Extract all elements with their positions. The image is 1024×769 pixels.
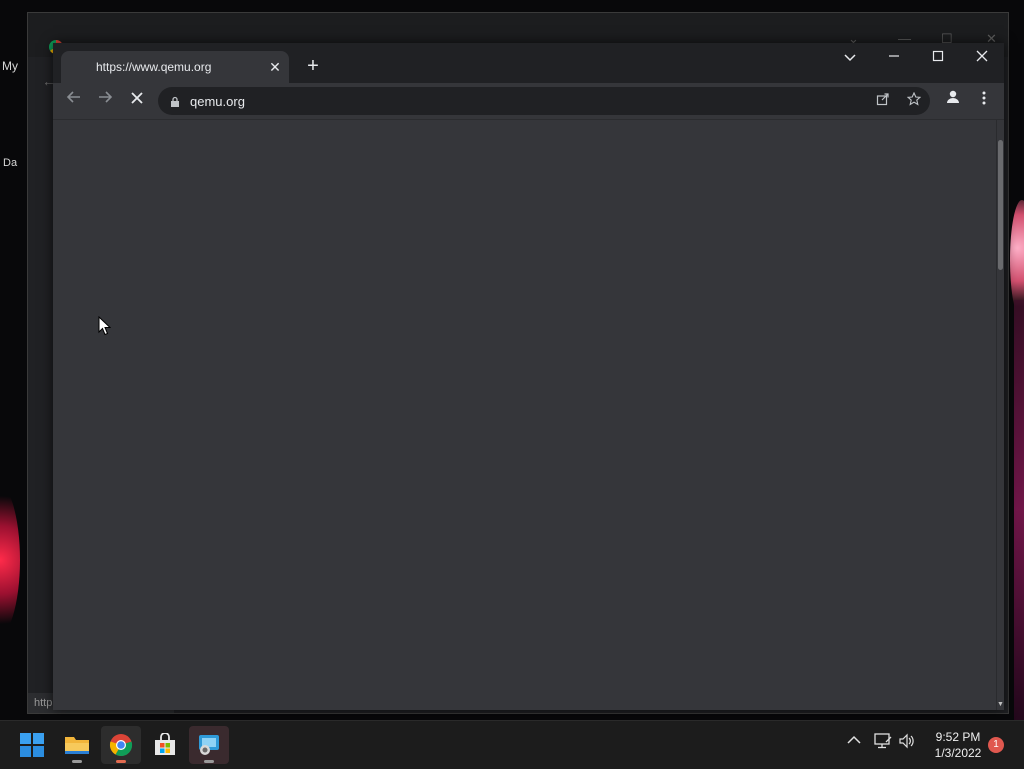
vertical-scrollbar[interactable]: ▼ <box>996 120 1004 710</box>
desktop-icon-label[interactable]: Da <box>3 157 17 169</box>
profile-button[interactable] <box>941 89 965 113</box>
maximize-icon <box>932 50 944 62</box>
scrollbar-thumb[interactable] <box>998 140 1003 270</box>
tab-qemu[interactable]: https://www.qemu.org ✕ <box>61 51 289 83</box>
share-button[interactable] <box>871 89 895 113</box>
wallpaper-glow <box>0 480 20 640</box>
app-icon <box>199 735 219 755</box>
close-window-button[interactable] <box>960 43 1004 71</box>
bookmark-button[interactable] <box>902 89 926 113</box>
running-indicator <box>72 760 82 763</box>
minimize-icon <box>889 55 899 57</box>
chrome-icon <box>109 734 133 757</box>
start-icon <box>20 733 44 757</box>
profile-icon <box>947 90 959 103</box>
network-icon <box>874 733 892 749</box>
page-content[interactable]: ▼ <box>53 120 1004 710</box>
forward-icon <box>99 91 113 103</box>
clock-date: 1/3/2022 <box>934 746 982 760</box>
network-button[interactable] <box>874 733 892 752</box>
wallpaper-glow <box>1014 300 1024 720</box>
toolbar: qemu.org <box>53 83 1004 120</box>
menu-icon <box>982 91 986 105</box>
file-explorer-icon <box>65 737 89 754</box>
stop-loading-icon <box>131 92 143 104</box>
app-taskbar-button[interactable] <box>189 726 229 764</box>
share-icon <box>876 93 889 106</box>
back-button[interactable] <box>62 89 86 113</box>
address-bar[interactable]: qemu.org <box>158 87 930 115</box>
tab-close-icon[interactable]: ✕ <box>265 57 285 77</box>
chevron-up-icon <box>847 735 861 744</box>
microsoft-store-icon <box>155 733 175 755</box>
title-bar[interactable]: https://www.qemu.org ✕ + <box>53 43 1004 83</box>
speaker-icon <box>899 733 914 749</box>
forward-button[interactable] <box>93 89 117 113</box>
url-text[interactable]: qemu.org <box>190 94 245 109</box>
clock-time: 9:52 PM <box>935 730 981 744</box>
running-indicator <box>204 760 214 763</box>
taskbar: 9:52 PM 1/3/2022 1 <box>0 720 1024 769</box>
lock-icon <box>171 96 179 107</box>
back-icon <box>66 91 80 103</box>
desktop-icon-label[interactable]: My <box>2 59 18 73</box>
file-explorer-button[interactable] <box>57 726 97 764</box>
start-button[interactable] <box>12 726 52 764</box>
menu-button[interactable] <box>972 89 996 113</box>
show-hidden-icons-button[interactable] <box>847 733 861 748</box>
browser-window[interactable]: https://www.qemu.org ✕ + qemu.org ▼ <box>53 43 1004 710</box>
scroll-down-icon[interactable]: ▼ <box>997 701 1004 708</box>
microsoft-store-button[interactable] <box>145 726 185 764</box>
star-icon <box>906 91 922 106</box>
volume-button[interactable] <box>898 733 914 752</box>
minimize-button[interactable] <box>872 43 916 71</box>
tab-search-button[interactable] <box>828 43 872 71</box>
clock[interactable]: 9:52 PM 1/3/2022 <box>926 729 990 761</box>
chevron-down-icon <box>844 54 856 62</box>
new-tab-button[interactable]: + <box>301 55 325 79</box>
chrome-taskbar-button[interactable] <box>101 726 141 764</box>
tab-title: https://www.qemu.org <box>96 60 212 74</box>
close-icon <box>976 50 988 62</box>
running-indicator <box>116 760 126 763</box>
maximize-button[interactable] <box>916 43 960 71</box>
stop-loading-button[interactable] <box>125 89 149 113</box>
notification-badge[interactable]: 1 <box>988 737 1004 753</box>
mouse-cursor-icon <box>98 316 111 336</box>
